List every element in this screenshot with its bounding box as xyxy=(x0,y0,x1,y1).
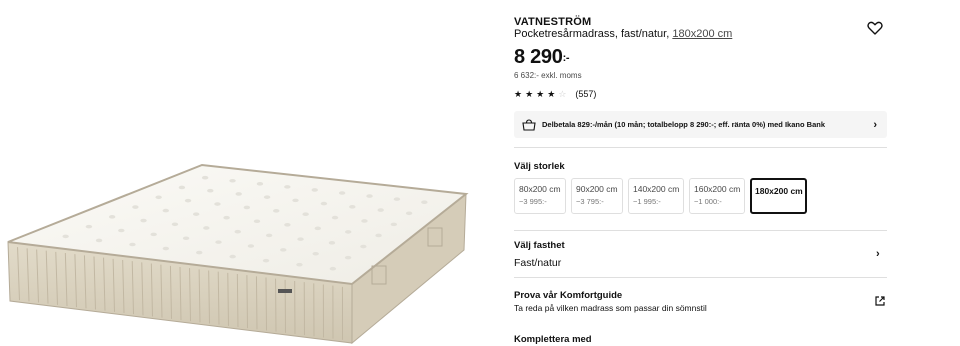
product-image[interactable] xyxy=(0,0,490,346)
comfort-guide-description: Ta reda på vilken madrass som passar din… xyxy=(514,303,707,313)
size-link[interactable]: 180x200 cm xyxy=(672,28,732,40)
size-option-180x200[interactable]: 180x200 cm xyxy=(750,178,807,214)
product-name: VATNESTRÖM xyxy=(514,16,592,28)
mattress-image xyxy=(7,163,469,345)
price: 8 290:- xyxy=(514,46,570,69)
size-option-160x200[interactable]: 160x200 cm −1 000:- xyxy=(689,178,745,214)
star-icon: ★ xyxy=(525,89,534,99)
rating-count: (557) xyxy=(575,89,597,99)
size-option-price: −3 795:- xyxy=(576,197,604,206)
product-description-text: Pocketresårmadrass, fast/natur, xyxy=(514,28,673,40)
size-heading: Välj storlek xyxy=(514,161,565,172)
size-option-price: −1 000:- xyxy=(694,197,722,206)
comfort-guide-title[interactable]: Prova vår Komfortguide xyxy=(514,290,622,301)
external-link-icon[interactable] xyxy=(874,295,886,307)
product-info: VATNESTRÖM Pocketresårmadrass, fast/natu… xyxy=(514,0,887,346)
size-option-label: 80x200 cm xyxy=(519,184,561,194)
star-empty-icon: ☆ xyxy=(558,89,567,99)
heart-icon[interactable] xyxy=(866,19,884,37)
price-value: 8 290 xyxy=(514,46,563,68)
size-option-label: 160x200 cm xyxy=(694,184,741,194)
divider xyxy=(514,147,887,148)
finance-banner[interactable]: Delbetala 829:-/mån (10 mån; totalbelopp… xyxy=(514,111,887,138)
firmness-heading: Välj fasthet xyxy=(514,240,565,251)
star-icon: ★ xyxy=(547,89,556,99)
chevron-right-icon: › xyxy=(873,119,877,131)
size-option-label: 180x200 cm xyxy=(755,186,803,196)
price-suffix: :- xyxy=(562,52,570,64)
chevron-right-icon[interactable]: › xyxy=(876,248,880,260)
size-options: 80x200 cm −3 995:- 90x200 cm −3 795:- 14… xyxy=(514,178,807,214)
finance-text: Delbetala 829:-/mån (10 mån; totalbelopp… xyxy=(542,120,825,129)
price-ex-vat: 6 632:- exkl. moms xyxy=(514,71,582,80)
rating[interactable]: ★ ★ ★ ★ ☆ (557) xyxy=(514,89,596,99)
size-option-price: −3 995:- xyxy=(519,197,547,206)
size-option-label: 140x200 cm xyxy=(633,184,680,194)
divider xyxy=(514,277,887,278)
star-icon: ★ xyxy=(514,89,523,99)
star-icon: ★ xyxy=(536,89,545,99)
divider xyxy=(514,230,887,231)
firmness-value: Fast/natur xyxy=(514,257,562,269)
product-description: Pocketresårmadrass, fast/natur, 180x200 … xyxy=(514,28,732,40)
shopping-bag-icon xyxy=(522,118,536,131)
size-option-label: 90x200 cm xyxy=(576,184,618,194)
complement-heading: Komplettera med xyxy=(514,334,592,345)
size-option-price: −1 995:- xyxy=(633,197,661,206)
size-option-80x200[interactable]: 80x200 cm −3 995:- xyxy=(514,178,566,214)
size-option-90x200[interactable]: 90x200 cm −3 795:- xyxy=(571,178,623,214)
size-option-140x200[interactable]: 140x200 cm −1 995:- xyxy=(628,178,684,214)
